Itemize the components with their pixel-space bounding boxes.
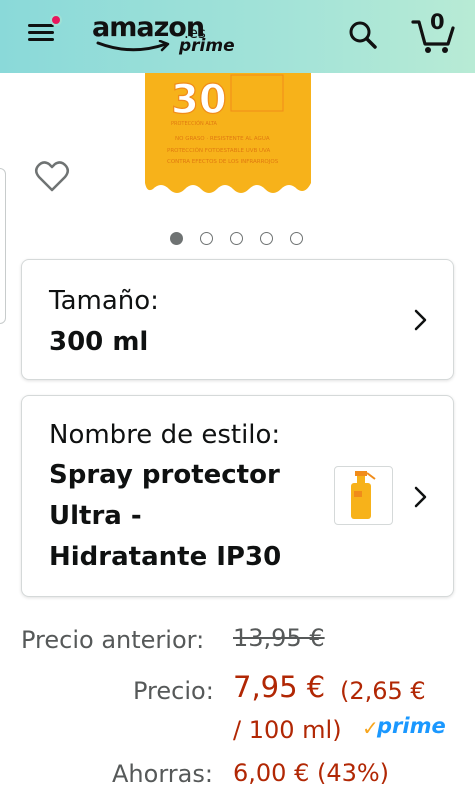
product-sub-text-1: PROTECCIÓN FOTOESTABLE UVB UVA bbox=[167, 147, 270, 154]
cart-count: 0 bbox=[430, 10, 445, 34]
style-thumbnail bbox=[334, 466, 393, 525]
size-selector[interactable]: Tamaño: 300 ml bbox=[21, 259, 454, 380]
hamburger-icon-line bbox=[28, 31, 54, 34]
spray-bottle-thumbnail-icon bbox=[351, 471, 376, 519]
hamburger-icon-line bbox=[28, 38, 54, 41]
prime-badge: ✓ prime bbox=[362, 714, 446, 740]
style-selector[interactable]: Nombre de estilo: Spray protector Ultra … bbox=[21, 395, 454, 597]
unit-price-line1: (2,65 € bbox=[340, 677, 426, 705]
price-label: Precio: bbox=[133, 677, 214, 705]
carousel-indicator bbox=[170, 232, 310, 248]
product-main-text: NO GRASO · RESISTENTE AL AGUA bbox=[175, 136, 270, 142]
spf-number: 30 bbox=[171, 77, 227, 123]
previous-price-value: 13,95 € bbox=[233, 624, 325, 652]
search-button[interactable] bbox=[346, 18, 380, 52]
style-value-line3: Hidratante IP30 bbox=[49, 542, 282, 572]
style-label: Nombre de estilo: bbox=[49, 420, 281, 450]
sunscreen-bottle-image: 30 PROTECCIÓN ALTA NO GRASO · RESISTENTE… bbox=[145, 73, 311, 193]
size-label: Tamaño: bbox=[49, 286, 159, 316]
prime-badge-text: prime bbox=[377, 714, 446, 738]
notification-dot bbox=[50, 14, 62, 26]
logo-smile-icon bbox=[96, 40, 170, 52]
previous-price-label: Precio anterior: bbox=[21, 626, 205, 654]
carousel-dot-3[interactable] bbox=[230, 232, 243, 245]
top-nav-bar: amazon .es prime 0 bbox=[0, 0, 475, 73]
chevron-right-icon bbox=[414, 486, 427, 508]
logo-prime: prime bbox=[179, 36, 235, 56]
amazon-prime-logo[interactable]: amazon .es prime bbox=[92, 12, 235, 60]
style-value-line1: Spray protector bbox=[49, 460, 280, 490]
side-text: PROTECCIÓN ALTA bbox=[171, 120, 218, 127]
product-image[interactable]: 30 PROTECCIÓN ALTA NO GRASO · RESISTENTE… bbox=[145, 73, 311, 195]
carousel-dot-5[interactable] bbox=[290, 232, 303, 245]
carousel-dot-2[interactable] bbox=[200, 232, 213, 245]
savings-value: 6,00 € (43%) bbox=[233, 759, 390, 787]
size-value: 300 ml bbox=[49, 327, 149, 357]
menu-button[interactable] bbox=[26, 14, 62, 46]
chevron-right-icon bbox=[414, 309, 427, 331]
heart-icon bbox=[35, 161, 69, 192]
hamburger-icon bbox=[28, 24, 54, 27]
unit-price-line2: / 100 ml) bbox=[233, 716, 342, 744]
cart-button[interactable]: 0 bbox=[410, 10, 458, 54]
style-value-line2: Ultra - bbox=[49, 501, 142, 531]
wishlist-button[interactable] bbox=[34, 160, 70, 194]
savings-label: Ahorras: bbox=[112, 760, 213, 788]
current-price: 7,95 € bbox=[233, 670, 326, 704]
carousel-dot-1[interactable] bbox=[170, 232, 183, 245]
side-handle[interactable] bbox=[0, 168, 6, 324]
product-sub-text-2: CONTRA EFECTOS DE LOS INFRARROJOS bbox=[167, 159, 279, 165]
search-icon bbox=[349, 21, 377, 49]
carousel-dot-4[interactable] bbox=[260, 232, 273, 245]
